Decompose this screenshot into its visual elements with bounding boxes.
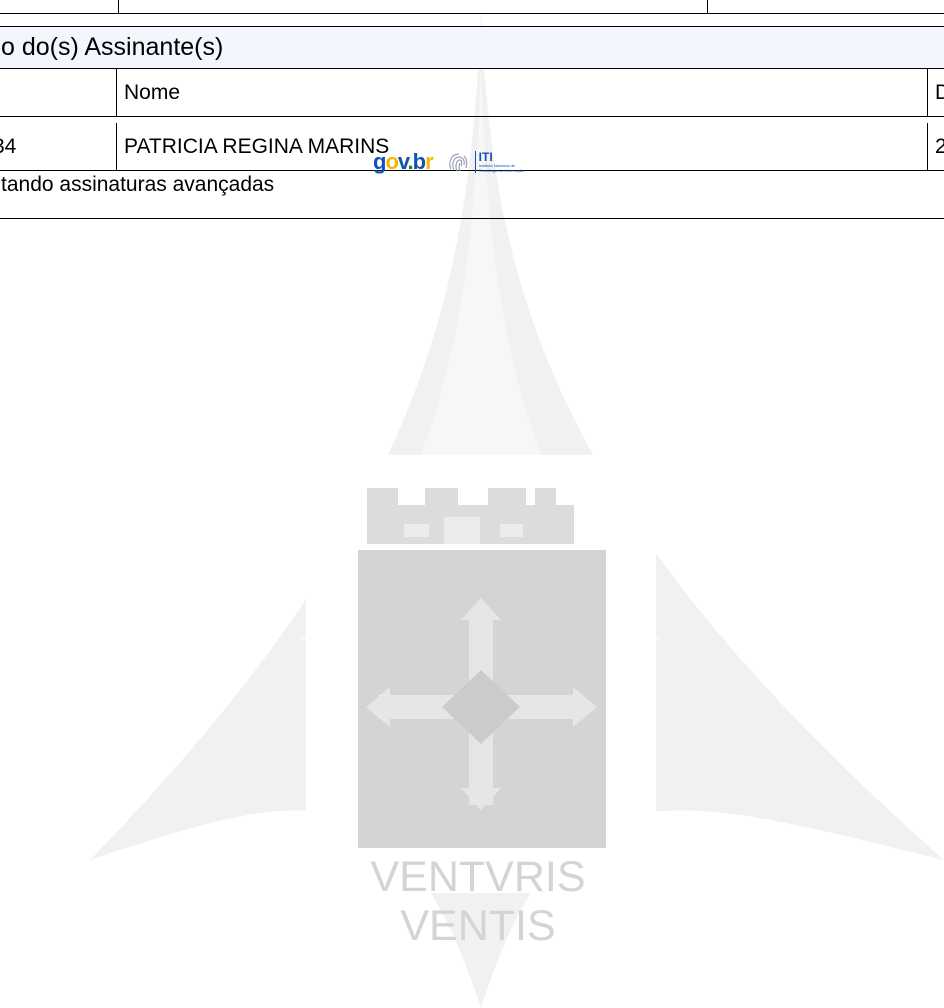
signers-table-header: o do(s) Assinante(s)	[0, 27, 944, 69]
advanced-signatures-note: tando assinaturas avançadas	[1, 173, 275, 196]
watermark-center-diamond	[442, 670, 520, 744]
signer-date-cell: 2	[935, 135, 944, 158]
iti-logo: ITI Instituto Nacional de Tecnologia da …	[474, 150, 525, 173]
watermark-motto: VENTVRIS VENTIS	[370, 853, 586, 950]
logos-group: gov.br ITI Instituto Nacional de Tecnolo…	[373, 144, 524, 180]
fingerprint-icon	[448, 153, 467, 172]
iti-logo-subtitle-2: Tecnologia da Informação	[478, 168, 525, 173]
document-page: VENTVRIS VENTIS o do(s) Assinante(s) Nom…	[0, 0, 944, 1008]
table-header-row: Nome D	[0, 69, 944, 117]
iti-logo-title: ITI	[478, 150, 493, 164]
column-header-name: Nome	[124, 81, 181, 104]
watermark-cross-arrows	[366, 598, 597, 810]
column-header-date: D	[935, 81, 944, 104]
signers-table: o do(s) Assinante(s) Nome D 34 PATRICIA …	[0, 26, 944, 219]
column-divider	[707, 0, 708, 13]
signers-table-title: o do(s) Assinante(s)	[1, 33, 224, 61]
watermark-shield-field	[358, 550, 606, 848]
watermark-castle	[367, 488, 574, 544]
watermark-shield-frame	[306, 455, 656, 893]
previous-table-row	[0, 0, 944, 14]
signer-cpf-cell: 34	[0, 135, 17, 158]
column-divider	[118, 0, 119, 13]
signer-name-cell: PATRICIA REGINA MARINS	[124, 135, 390, 158]
govbr-logo: gov.br	[373, 149, 434, 174]
